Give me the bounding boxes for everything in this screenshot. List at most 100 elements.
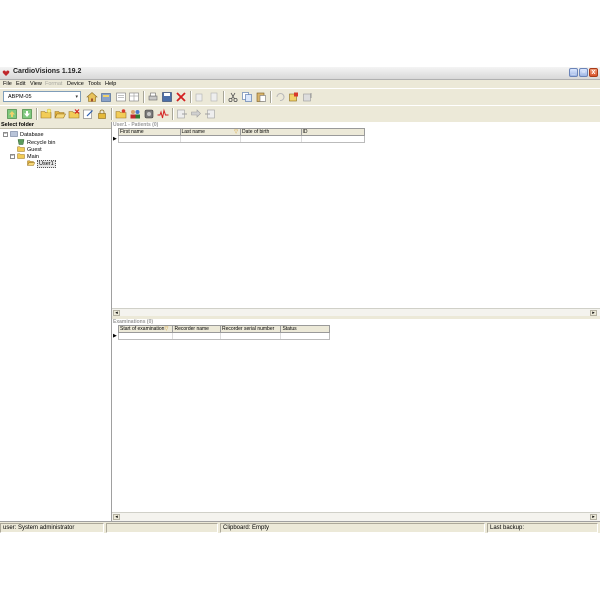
menu-file[interactable]: File: [3, 80, 12, 88]
send-icon[interactable]: [176, 108, 188, 120]
column-label: Recorder serial number: [222, 326, 275, 332]
undo-icon[interactable]: [274, 91, 286, 103]
scroll-right-button[interactable]: ▸: [590, 514, 597, 520]
ecg-icon[interactable]: [157, 108, 169, 120]
toolbar-separator: [36, 108, 38, 120]
menu-device[interactable]: Device: [67, 80, 84, 88]
table-cell[interactable]: [302, 136, 364, 142]
table-cell[interactable]: [181, 136, 242, 142]
folder-open-icon: [27, 160, 35, 166]
column-label: Last name: [181, 129, 205, 135]
print-icon[interactable]: [147, 91, 159, 103]
column-label: Start of examination: [120, 326, 165, 332]
tree-expander-main[interactable]: −: [10, 154, 15, 159]
download-icon[interactable]: [21, 108, 33, 120]
folder-icon: [17, 146, 25, 152]
receive-icon[interactable]: [204, 108, 216, 120]
paste-disabled-icon[interactable]: [208, 91, 220, 103]
table-row[interactable]: [118, 333, 330, 340]
report-icon[interactable]: [115, 91, 127, 103]
paste-icon[interactable]: [255, 91, 267, 103]
export-icon[interactable]: [288, 91, 300, 103]
forward-icon[interactable]: [190, 108, 202, 120]
table-cell[interactable]: [281, 333, 329, 339]
copy-icon[interactable]: [241, 91, 253, 103]
cut-icon[interactable]: [227, 91, 239, 103]
table-cell[interactable]: [173, 333, 222, 339]
minimize-button[interactable]: _: [569, 68, 578, 77]
toolbar-separator: [270, 91, 272, 103]
table-cell[interactable]: [241, 136, 302, 142]
column-id[interactable]: ID: [302, 129, 364, 135]
sort-indicator-icon: ▽: [164, 326, 169, 332]
column-recorder-serial-number[interactable]: Recorder serial number: [221, 326, 282, 332]
scroll-left-button[interactable]: ◂: [113, 514, 120, 520]
table-cell[interactable]: [119, 333, 174, 339]
status-spacer: [106, 523, 218, 533]
database-icon[interactable]: [100, 91, 112, 103]
menu-tools[interactable]: Tools: [88, 80, 101, 88]
column-status[interactable]: Status: [281, 326, 329, 332]
upload-icon[interactable]: [6, 108, 18, 120]
delete-folder-icon[interactable]: [68, 108, 80, 120]
menu-format[interactable]: Format: [45, 80, 62, 88]
patients-grid-header: First name Last name ▽ Date of birth ID: [118, 128, 365, 136]
import-icon[interactable]: [302, 91, 314, 103]
lock-icon[interactable]: [96, 108, 108, 120]
tree-node-label: Database: [20, 132, 44, 138]
column-recorder-name[interactable]: Recorder name: [173, 326, 222, 332]
tree-expander-database[interactable]: −: [3, 132, 8, 137]
save-icon[interactable]: [161, 91, 173, 103]
toolbar-separator: [190, 91, 192, 103]
status-user: user: System administrator: [0, 523, 104, 533]
edit-icon[interactable]: [82, 108, 94, 120]
copy-disabled-icon[interactable]: [194, 91, 206, 103]
table-cell[interactable]: [221, 333, 282, 339]
column-label: Status: [282, 326, 297, 332]
tree-node-main[interactable]: Main: [17, 153, 39, 160]
table-row[interactable]: [118, 136, 365, 143]
secondary-toolbar: [0, 105, 600, 123]
patients-pane: User1 - Patients (0) First name Last nam…: [112, 122, 600, 317]
column-first-name[interactable]: First name: [119, 129, 181, 135]
toolbar-separator: [223, 91, 225, 103]
tree-node-guest[interactable]: Guest: [17, 146, 42, 153]
column-label: First name: [120, 129, 144, 135]
patients-icon[interactable]: [129, 108, 141, 120]
open-folder-icon[interactable]: [54, 108, 66, 120]
app-logo-icon: [2, 70, 10, 76]
column-start-of-examination[interactable]: Start of examination▽: [119, 326, 174, 332]
chevron-down-icon: ▾: [75, 94, 78, 100]
title-bar: CardioVisions 1.19.2 _ ▫ x: [0, 67, 600, 80]
menu-bar: File Edit View Format Device Tools Help: [0, 80, 600, 88]
table-cell[interactable]: [119, 136, 181, 142]
delete-icon[interactable]: [175, 91, 187, 103]
toolbar-separator: [172, 108, 174, 120]
examinations-grid-header: Start of examination▽ Recorder name Reco…: [118, 325, 330, 333]
close-button[interactable]: x: [589, 68, 598, 77]
menu-edit[interactable]: Edit: [16, 80, 25, 88]
new-folder-icon[interactable]: [40, 108, 52, 120]
status-clipboard: Clipboard: Empty: [220, 523, 485, 533]
restore-button[interactable]: ▫: [579, 68, 588, 77]
column-label: Date of birth: [242, 129, 270, 135]
column-last-name[interactable]: Last name ▽: [181, 129, 242, 135]
device-select[interactable]: ABPM-05 ▾: [3, 91, 81, 102]
main-toolbar: ABPM-05 ▾: [0, 88, 600, 106]
folder-tree-pane: Select folder − Database Recycle bin Gue…: [0, 122, 112, 521]
tree-node-user1[interactable]: User1: [27, 160, 56, 168]
menu-view[interactable]: View: [30, 80, 42, 88]
examinations-pane: Examinations (0) Start of examination▽ R…: [112, 319, 600, 521]
home-icon[interactable]: [86, 91, 98, 103]
device-select-value: ABPM-05: [8, 94, 32, 100]
tree-node-database[interactable]: Database: [10, 131, 44, 138]
examinations-horizontal-scrollbar[interactable]: ◂ ▸: [112, 512, 600, 521]
column-date-of-birth[interactable]: Date of birth: [241, 129, 302, 135]
tree-node-recycle-bin[interactable]: Recycle bin: [17, 139, 55, 146]
folder-tree-header: Select folder: [0, 122, 111, 129]
table-icon[interactable]: [128, 91, 140, 103]
recycle-bin-icon: [17, 139, 25, 145]
menu-help[interactable]: Help: [105, 80, 116, 88]
recorder-icon[interactable]: [143, 108, 155, 120]
new-patient-icon[interactable]: [115, 108, 127, 120]
